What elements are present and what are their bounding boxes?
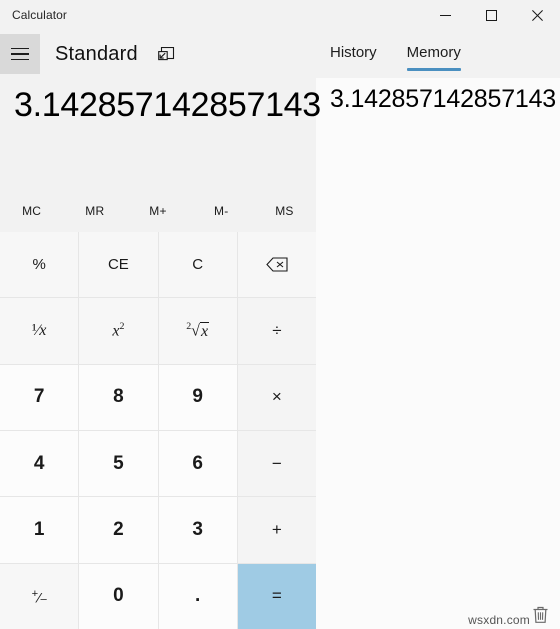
key-six[interactable]: 6 xyxy=(158,431,237,497)
maximize-button[interactable] xyxy=(468,0,514,30)
memory-list-item[interactable]: 3.142857142857143 xyxy=(330,85,556,114)
key-reciprocal[interactable]: ¹⁄x xyxy=(0,298,79,364)
plus-minus-icon: +⁄– xyxy=(31,587,47,606)
one-over-x-icon: ¹⁄x xyxy=(31,321,47,339)
tab-history-label: History xyxy=(330,44,377,61)
memory-panel-background xyxy=(316,78,560,629)
key-percent[interactable]: % xyxy=(0,232,79,298)
watermark-text: wsxdn.com xyxy=(468,613,530,627)
display-value: 3.142857142857143 xyxy=(14,86,321,124)
key-square[interactable]: x2 xyxy=(79,298,158,364)
tab-active-indicator xyxy=(406,68,461,71)
memory-add-button[interactable]: M+ xyxy=(126,196,189,226)
maximize-icon xyxy=(485,9,497,21)
key-five[interactable]: 5 xyxy=(79,431,158,497)
memory-recall-button[interactable]: MR xyxy=(63,196,126,226)
tab-memory[interactable]: Memory xyxy=(406,44,461,71)
square-root-icon: 2√x xyxy=(186,321,210,340)
key-backspace[interactable] xyxy=(237,232,316,298)
memory-clear-button[interactable]: MC xyxy=(0,196,63,226)
tab-memory-label: Memory xyxy=(406,44,461,61)
close-icon xyxy=(531,9,543,21)
key-decimal[interactable]: . xyxy=(158,563,237,629)
memory-subtract-button[interactable]: M- xyxy=(190,196,253,226)
key-add[interactable]: + xyxy=(237,497,316,563)
tab-history[interactable]: History xyxy=(330,44,377,64)
memory-panel-footer xyxy=(530,603,550,625)
keep-on-top-button[interactable] xyxy=(156,43,178,65)
x-squared-icon: x2 xyxy=(112,321,125,340)
title-bar: Calculator xyxy=(0,0,560,30)
key-one[interactable]: 1 xyxy=(0,497,79,563)
clear-memory-button[interactable] xyxy=(530,603,550,625)
memory-store-button[interactable]: MS xyxy=(253,196,316,226)
key-nine[interactable]: 9 xyxy=(158,364,237,430)
keypad: % CE C ¹⁄x x2 2√x ÷ 7 8 9 × 4 5 6 − 1 2 … xyxy=(0,232,316,629)
key-seven[interactable]: 7 xyxy=(0,364,79,430)
close-button[interactable] xyxy=(514,0,560,30)
app-header: Standard xyxy=(0,30,560,78)
key-negate[interactable]: +⁄– xyxy=(0,563,79,629)
trash-icon xyxy=(533,606,547,623)
key-clear[interactable]: C xyxy=(158,232,237,298)
panel-tabs: History Memory xyxy=(330,30,461,78)
key-two[interactable]: 2 xyxy=(79,497,158,563)
window-title: Calculator xyxy=(12,8,68,22)
calculator-mode-label: Standard xyxy=(55,42,138,65)
memory-list: 3.142857142857143 xyxy=(330,85,556,114)
key-clear-entry[interactable]: CE xyxy=(79,232,158,298)
key-four[interactable]: 4 xyxy=(0,431,79,497)
key-square-root[interactable]: 2√x xyxy=(158,298,237,364)
hamburger-icon xyxy=(11,47,29,61)
minimize-icon xyxy=(439,14,451,16)
key-multiply[interactable]: × xyxy=(237,364,316,430)
key-three[interactable]: 3 xyxy=(158,497,237,563)
key-equals[interactable]: = xyxy=(237,563,316,629)
key-divide[interactable]: ÷ xyxy=(237,298,316,364)
navigation-menu-button[interactable] xyxy=(0,34,40,74)
key-subtract[interactable]: − xyxy=(237,431,316,497)
memory-button-row: MC MR M+ M- MS xyxy=(0,196,316,226)
backspace-icon xyxy=(266,257,288,272)
key-eight[interactable]: 8 xyxy=(79,364,158,430)
key-zero[interactable]: 0 xyxy=(79,563,158,629)
minimize-button[interactable] xyxy=(422,0,468,30)
keep-on-top-icon xyxy=(158,46,175,60)
window-controls xyxy=(422,0,560,30)
